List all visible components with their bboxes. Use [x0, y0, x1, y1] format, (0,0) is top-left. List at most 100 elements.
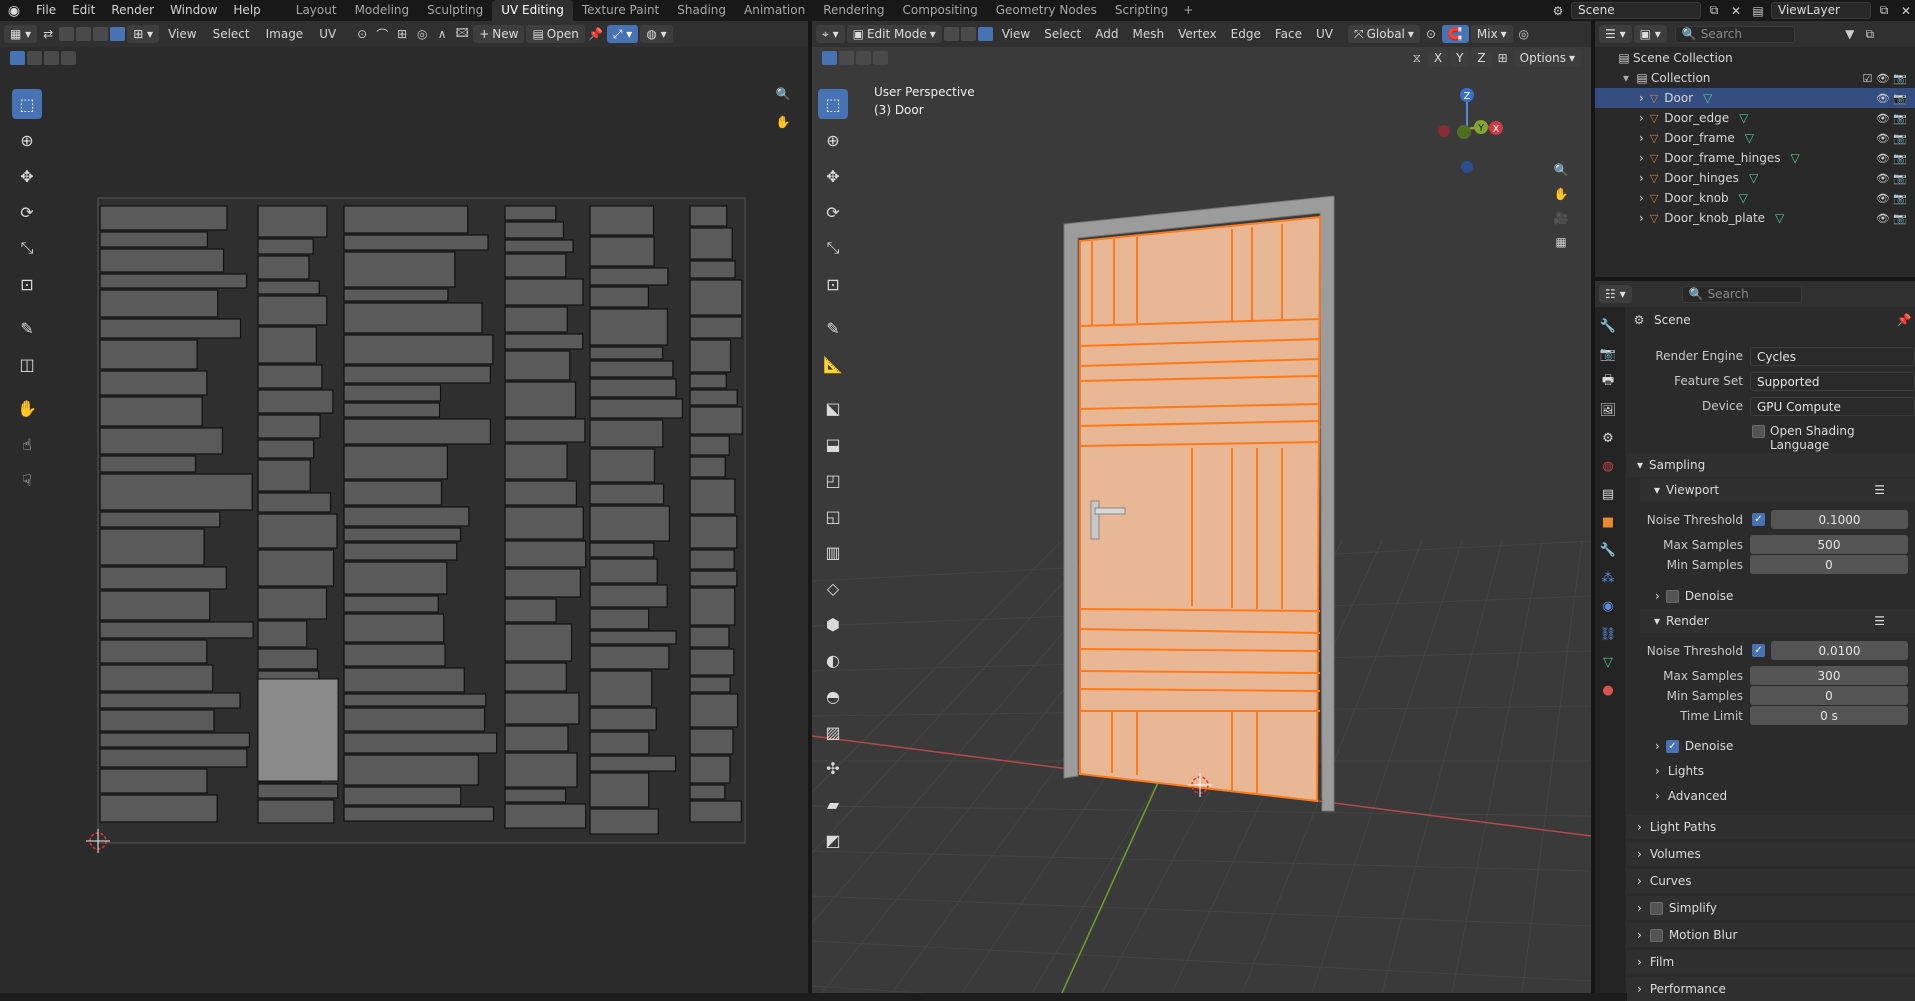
- section-motion-blur[interactable]: › Motion Blur: [1627, 923, 1915, 947]
- modifier-tab-icon[interactable]: 🔧: [1598, 540, 1618, 560]
- collection-row[interactable]: ▾ ▤ Collection ☑ 👁 📷: [1595, 68, 1915, 88]
- tab-geometry-nodes[interactable]: Geometry Nodes: [987, 0, 1106, 21]
- camera-view-icon[interactable]: 🎥: [1552, 209, 1570, 227]
- filter-icon[interactable]: ▼: [1841, 25, 1859, 43]
- osl-checkbox[interactable]: [1752, 425, 1765, 438]
- add-cube-tool-icon[interactable]: ⬕: [818, 393, 848, 423]
- vp-denoise-row[interactable]: › Denoise: [1655, 589, 1733, 603]
- scene-collection-row[interactable]: ▤ Scene Collection: [1595, 48, 1915, 68]
- outliner-object-row[interactable]: › ▽ Door_hinges ▽ 👁 📷: [1595, 168, 1915, 188]
- tab-modeling[interactable]: Modeling: [346, 0, 419, 21]
- vp-menu-mesh[interactable]: Mesh: [1125, 27, 1171, 41]
- render-tab-icon[interactable]: 📷: [1598, 344, 1618, 364]
- outliner-search-input[interactable]: 🔍 Search: [1674, 25, 1795, 43]
- section-simplify[interactable]: › Simplify: [1627, 896, 1915, 920]
- collection-tab-icon[interactable]: ▤: [1598, 484, 1618, 504]
- new-scene-icon[interactable]: ⧉: [1705, 2, 1723, 20]
- physics-tab-icon[interactable]: ◉: [1598, 596, 1618, 616]
- vp-denoise-checkbox[interactable]: [1665, 589, 1679, 603]
- menu-edit[interactable]: Edit: [64, 0, 103, 21]
- object-visibility-toggles[interactable]: 👁 📷: [1876, 172, 1907, 185]
- expand-icon[interactable]: ›: [1639, 91, 1644, 105]
- expand-icon[interactable]: ›: [1639, 131, 1644, 145]
- select-subtract-icon[interactable]: [856, 51, 871, 65]
- vp-min-field[interactable]: 0: [1750, 555, 1908, 574]
- output-tab-icon[interactable]: 🖶: [1598, 372, 1618, 392]
- shear-tool-icon[interactable]: ▰: [818, 789, 848, 819]
- transform-tool-icon[interactable]: ⊡: [818, 269, 848, 299]
- vp-menu-vertex[interactable]: Vertex: [1171, 27, 1224, 41]
- scene-selector[interactable]: Scene: [1571, 2, 1701, 19]
- auto-merge-icon[interactable]: ⊞: [1494, 49, 1512, 67]
- delete-view-layer-icon[interactable]: ✕: [1897, 2, 1915, 20]
- zoom-icon[interactable]: 🔍: [1552, 161, 1570, 179]
- pan-icon[interactable]: ✋: [1552, 185, 1570, 203]
- section-performance[interactable]: › Performance: [1627, 977, 1915, 1001]
- vp-menu-edge[interactable]: Edge: [1224, 27, 1268, 41]
- vp-menu-uv[interactable]: UV: [1309, 27, 1340, 41]
- tab-compositing[interactable]: Compositing: [893, 0, 986, 21]
- extrude-tool-icon[interactable]: ⬓: [818, 429, 848, 459]
- object-visibility-toggles[interactable]: 👁 📷: [1876, 132, 1907, 145]
- vp-noise-checkbox[interactable]: ✓: [1752, 513, 1765, 526]
- poly-build-tool-icon[interactable]: ⬢: [818, 609, 848, 639]
- section-light-paths[interactable]: › Light Paths: [1627, 815, 1915, 839]
- outliner-object-row[interactable]: › ▽ Door ▽ 👁 📷: [1595, 88, 1915, 108]
- r-noise-field[interactable]: 0.0100: [1771, 641, 1908, 660]
- snap-toggle-button[interactable]: 🧲: [1441, 25, 1469, 43]
- spin-tool-icon[interactable]: ◐: [818, 645, 848, 675]
- section-volumes[interactable]: › Volumes: [1627, 842, 1915, 866]
- tab-animation[interactable]: Animation: [735, 0, 814, 21]
- outliner-object-row[interactable]: › ▽ Door_frame_hinges ▽ 👁 📷: [1595, 148, 1915, 168]
- render-engine-dropdown[interactable]: Cycles: [1750, 347, 1915, 366]
- r-noise-checkbox[interactable]: ✓: [1752, 644, 1765, 657]
- tab-rendering[interactable]: Rendering: [814, 0, 893, 21]
- vertex-mode-icon[interactable]: [943, 27, 959, 41]
- vp-menu-add[interactable]: Add: [1088, 27, 1125, 41]
- select-extend-icon[interactable]: [839, 51, 854, 65]
- menu-file[interactable]: File: [28, 0, 64, 21]
- rotate-tool-icon[interactable]: ⟳: [818, 197, 848, 227]
- collection-visibility[interactable]: ☑ 👁 📷: [1862, 72, 1907, 85]
- device-dropdown[interactable]: GPU Compute: [1750, 397, 1915, 416]
- menu-window[interactable]: Window: [162, 0, 225, 21]
- uv-layout-canvas[interactable]: [0, 21, 808, 993]
- delete-scene-icon[interactable]: ✕: [1727, 2, 1745, 20]
- section-enable-checkbox[interactable]: [1649, 928, 1663, 942]
- face-mode-icon[interactable]: [977, 27, 993, 41]
- measure-tool-icon[interactable]: 📐: [818, 349, 848, 379]
- select-box-tool-icon[interactable]: ⬚: [818, 89, 848, 119]
- select-invert-icon[interactable]: [873, 51, 888, 65]
- render-subpanel-header[interactable]: ▾ Render ☰: [1640, 609, 1915, 633]
- tab-layout[interactable]: Layout: [287, 0, 346, 21]
- lights-subpanel[interactable]: › Lights: [1655, 764, 1704, 778]
- pivot-point-icon[interactable]: ⊙: [1422, 25, 1440, 43]
- new-view-layer-icon[interactable]: ⧉: [1875, 2, 1893, 20]
- annotate-tool-icon[interactable]: ✎: [818, 313, 848, 343]
- editor-type-button[interactable]: ⌖ ▾: [816, 25, 845, 43]
- navigation-gizmo[interactable]: Z X Y: [1422, 81, 1512, 191]
- object-tab-icon[interactable]: ■: [1598, 512, 1618, 532]
- outliner-object-row[interactable]: › ▽ Door_edge ▽ 👁 📷: [1595, 108, 1915, 128]
- editor-type-button[interactable]: ☷ ▾: [1599, 285, 1632, 303]
- expand-icon[interactable]: ›: [1639, 211, 1644, 225]
- section-film[interactable]: › Film: [1627, 950, 1915, 974]
- object-visibility-toggles[interactable]: 👁 📷: [1876, 152, 1907, 165]
- r-denoise-row[interactable]: › ✓ Denoise: [1655, 739, 1733, 753]
- rip-region-tool-icon[interactable]: ◩: [818, 825, 848, 855]
- pin-icon[interactable]: 📌: [1895, 311, 1913, 329]
- preset-list-icon[interactable]: ☰: [1874, 483, 1885, 497]
- expand-icon[interactable]: ›: [1639, 171, 1644, 185]
- r-min-field[interactable]: 0: [1750, 686, 1908, 705]
- expand-icon[interactable]: ›: [1639, 191, 1644, 205]
- outliner-object-row[interactable]: › ▽ Door_knob ▽ 👁 📷: [1595, 188, 1915, 208]
- world-tab-icon[interactable]: ◍: [1598, 456, 1618, 476]
- view-layer-selector[interactable]: ViewLayer: [1771, 2, 1871, 19]
- options-button[interactable]: Options ▾: [1513, 49, 1581, 67]
- ortho-toggle-icon[interactable]: ▦: [1552, 233, 1570, 251]
- vp-menu-face[interactable]: Face: [1268, 27, 1309, 41]
- editor-type-button[interactable]: ☰ ▾: [1599, 25, 1632, 43]
- expand-icon[interactable]: ▾: [1623, 71, 1629, 85]
- loop-cut-tool-icon[interactable]: ▥: [818, 537, 848, 567]
- expand-icon[interactable]: ›: [1639, 151, 1644, 165]
